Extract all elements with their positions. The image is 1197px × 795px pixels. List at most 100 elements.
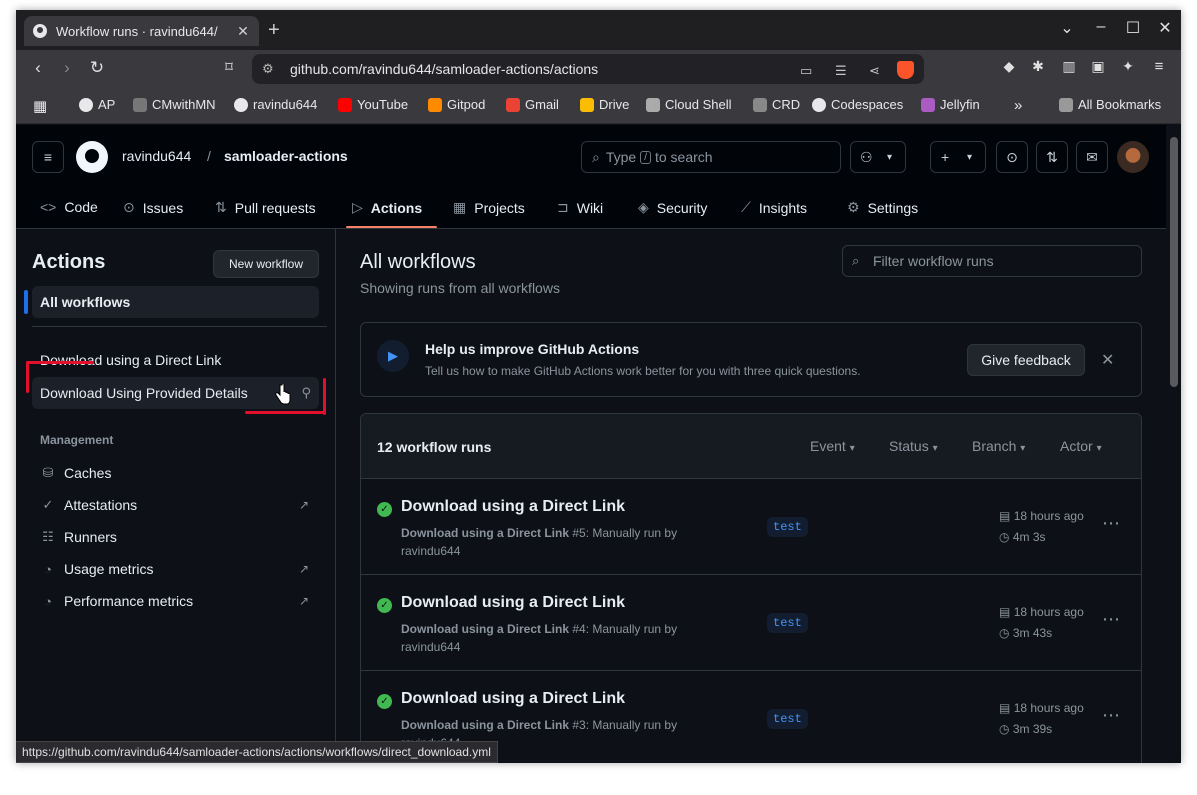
leo-ai-icon[interactable]: ✦ [1117, 58, 1139, 75]
table-row[interactable]: ✓ Download using a Direct Link Download … [361, 479, 1141, 575]
tab-insights[interactable]: ⟋ Insights [741, 199, 807, 216]
run-title[interactable]: Download using a Direct Link [401, 594, 625, 612]
sidebar-item-attestations[interactable]: ✓ Attestations ↗ [32, 489, 319, 521]
external-link-icon: ↗ [298, 562, 309, 576]
sidebar-item-direct-link[interactable]: Download using a Direct Link [32, 344, 319, 376]
sidebar-toggle-icon[interactable]: ▥ [1058, 58, 1080, 75]
create-new-button[interactable]: + ▾ [930, 141, 986, 173]
maximize-icon[interactable]: ☐ [1123, 18, 1143, 38]
tab-actions[interactable]: ▷ Actions [352, 199, 422, 216]
issues-icon[interactable]: ⊙ [996, 141, 1028, 173]
give-feedback-button[interactable]: Give feedback [967, 344, 1085, 376]
share-icon[interactable]: ⋖ [869, 63, 880, 79]
cast-icon[interactable]: ▭ [800, 63, 812, 79]
all-bookmarks[interactable]: All Bookmarks [1059, 97, 1161, 112]
reader-icon[interactable]: ☰ [835, 63, 847, 79]
more-options-icon[interactable]: ⋯ [1102, 705, 1121, 726]
run-duration: ◷ 4m 3s [999, 530, 1046, 544]
owner-link[interactable]: ravindu644 [122, 148, 191, 164]
bookmark-gmail[interactable]: Gmail [506, 97, 559, 112]
bookmark-ap[interactable]: AP [79, 97, 115, 112]
minimize-icon[interactable]: – [1091, 18, 1111, 36]
copilot-button[interactable]: ⚇ ▾ [850, 141, 906, 173]
brave-shield-icon[interactable] [897, 61, 914, 79]
tab-close-icon[interactable]: ✕ [235, 23, 251, 40]
sidebar-item-all-workflows[interactable]: All workflows [24, 286, 319, 318]
bookmark-cloud-shell[interactable]: Cloud Shell [646, 97, 732, 112]
pull-requests-icon[interactable]: ⇅ [1036, 141, 1068, 173]
extensions-icon[interactable]: ✱ [1027, 58, 1049, 75]
repo-link[interactable]: samloader-actions [224, 148, 348, 164]
filter-runs-input[interactable]: ⌕ Filter workflow runs [842, 245, 1142, 277]
verified-icon: ✓ [42, 497, 54, 512]
bookmark-gitpod[interactable]: Gitpod [428, 97, 485, 112]
table-row[interactable]: ✓ Download using a Direct Link Download … [361, 575, 1141, 671]
forward-icon[interactable]: › [56, 58, 78, 78]
menu-icon[interactable]: ≡ [1148, 58, 1170, 75]
wallet-icon[interactable]: ▣ [1087, 58, 1109, 75]
reload-icon[interactable]: ↻ [86, 58, 108, 78]
run-title[interactable]: Download using a Direct Link [401, 690, 625, 708]
extension-proton-icon[interactable]: ◆ [998, 58, 1020, 75]
bookmark-youtube[interactable]: YouTube [338, 97, 408, 112]
browser-tab[interactable]: Workflow runs · ravindu644/ ✕ [24, 16, 259, 46]
meter-icon: ◔ [44, 593, 52, 609]
hamburger-menu-icon[interactable]: ≡ [32, 141, 64, 173]
bookmark-codespaces[interactable]: Codespaces [812, 97, 903, 112]
banner-title: Help us improve GitHub Actions [425, 341, 640, 357]
sidebar-item-caches[interactable]: ⛁ Caches [32, 457, 319, 489]
pin-icon[interactable]: ⚲ [301, 385, 311, 401]
active-tab-underline [346, 226, 437, 228]
sidebar-item-usage-metrics[interactable]: ◔ Usage metrics ↗ [32, 553, 319, 585]
bookmark-cmwithmn[interactable]: CMwithMN [133, 97, 216, 112]
search-input[interactable]: ⌕ Type / to search [581, 141, 841, 173]
new-tab-icon[interactable]: + [268, 19, 280, 42]
tab-wiki[interactable]: ⊐ Wiki [557, 199, 603, 216]
github-logo-icon[interactable] [76, 141, 108, 173]
new-workflow-button[interactable]: New workflow [213, 250, 319, 278]
apps-grid-icon[interactable]: ▦ [33, 97, 47, 115]
copilot-dropdown-icon[interactable]: ▾ [887, 152, 892, 163]
success-check-icon: ✓ [377, 502, 392, 517]
page-subtitle: Showing runs from all workflows [360, 280, 560, 296]
feedback-banner: ▶ Help us improve GitHub Actions Tell us… [360, 322, 1142, 397]
branch-filter[interactable]: Branch ▾ [972, 438, 1025, 454]
branch-tag[interactable]: test [767, 517, 808, 537]
tab-settings[interactable]: ⚙ Settings [847, 199, 918, 216]
tab-list-icon[interactable]: ⌄ [1057, 18, 1077, 38]
external-link-icon: ↗ [298, 498, 309, 512]
close-icon[interactable]: ✕ [1101, 350, 1114, 370]
bookmark-ravindu644[interactable]: ravindu644 [234, 97, 317, 112]
tab-pull-requests[interactable]: ⇅ Pull requests [215, 199, 316, 216]
avatar[interactable] [1117, 141, 1149, 173]
more-bookmarks-icon[interactable]: » [1014, 97, 1022, 114]
branch-tag[interactable]: test [767, 709, 808, 729]
more-options-icon[interactable]: ⋯ [1102, 609, 1121, 630]
sidebar-title: Actions [32, 251, 106, 273]
branch-tag[interactable]: test [767, 613, 808, 633]
copilot-icon: ⚇ [860, 148, 873, 165]
sidebar-item-runners[interactable]: ☷ Runners [32, 521, 319, 553]
bookmark-crd[interactable]: CRD [753, 97, 800, 112]
bookmark-icon[interactable]: ⌑ [218, 58, 240, 76]
run-title[interactable]: Download using a Direct Link [401, 498, 625, 516]
actor-filter[interactable]: Actor ▾ [1060, 438, 1102, 454]
tab-projects[interactable]: ▦ Projects [453, 199, 525, 216]
scrollbar-thumb[interactable] [1170, 137, 1178, 387]
sidebar-item-performance-metrics[interactable]: ◔ Performance metrics ↗ [32, 585, 319, 617]
site-settings-icon[interactable]: ⚙ [262, 61, 274, 77]
run-time: ▤ 18 hours ago [999, 605, 1084, 619]
inbox-icon[interactable]: ✉ [1076, 141, 1108, 173]
event-filter[interactable]: Event ▾ [810, 438, 855, 454]
window-close-icon[interactable]: ✕ [1155, 18, 1175, 38]
tab-issues[interactable]: ⊙ Issues [123, 199, 183, 216]
bookmark-drive[interactable]: Drive [580, 97, 629, 112]
back-icon[interactable]: ‹ [27, 58, 49, 78]
page-scrollbar[interactable] [1166, 125, 1181, 763]
address-bar[interactable]: ⚙ github.com/ravindu644/samloader-action… [252, 54, 924, 84]
status-filter[interactable]: Status ▾ [889, 438, 938, 454]
tab-code[interactable]: <> Code [40, 199, 98, 215]
more-options-icon[interactable]: ⋯ [1102, 513, 1121, 534]
bookmark-jellyfin[interactable]: Jellyfin [921, 97, 980, 112]
tab-security[interactable]: ◈ Security [638, 199, 707, 216]
